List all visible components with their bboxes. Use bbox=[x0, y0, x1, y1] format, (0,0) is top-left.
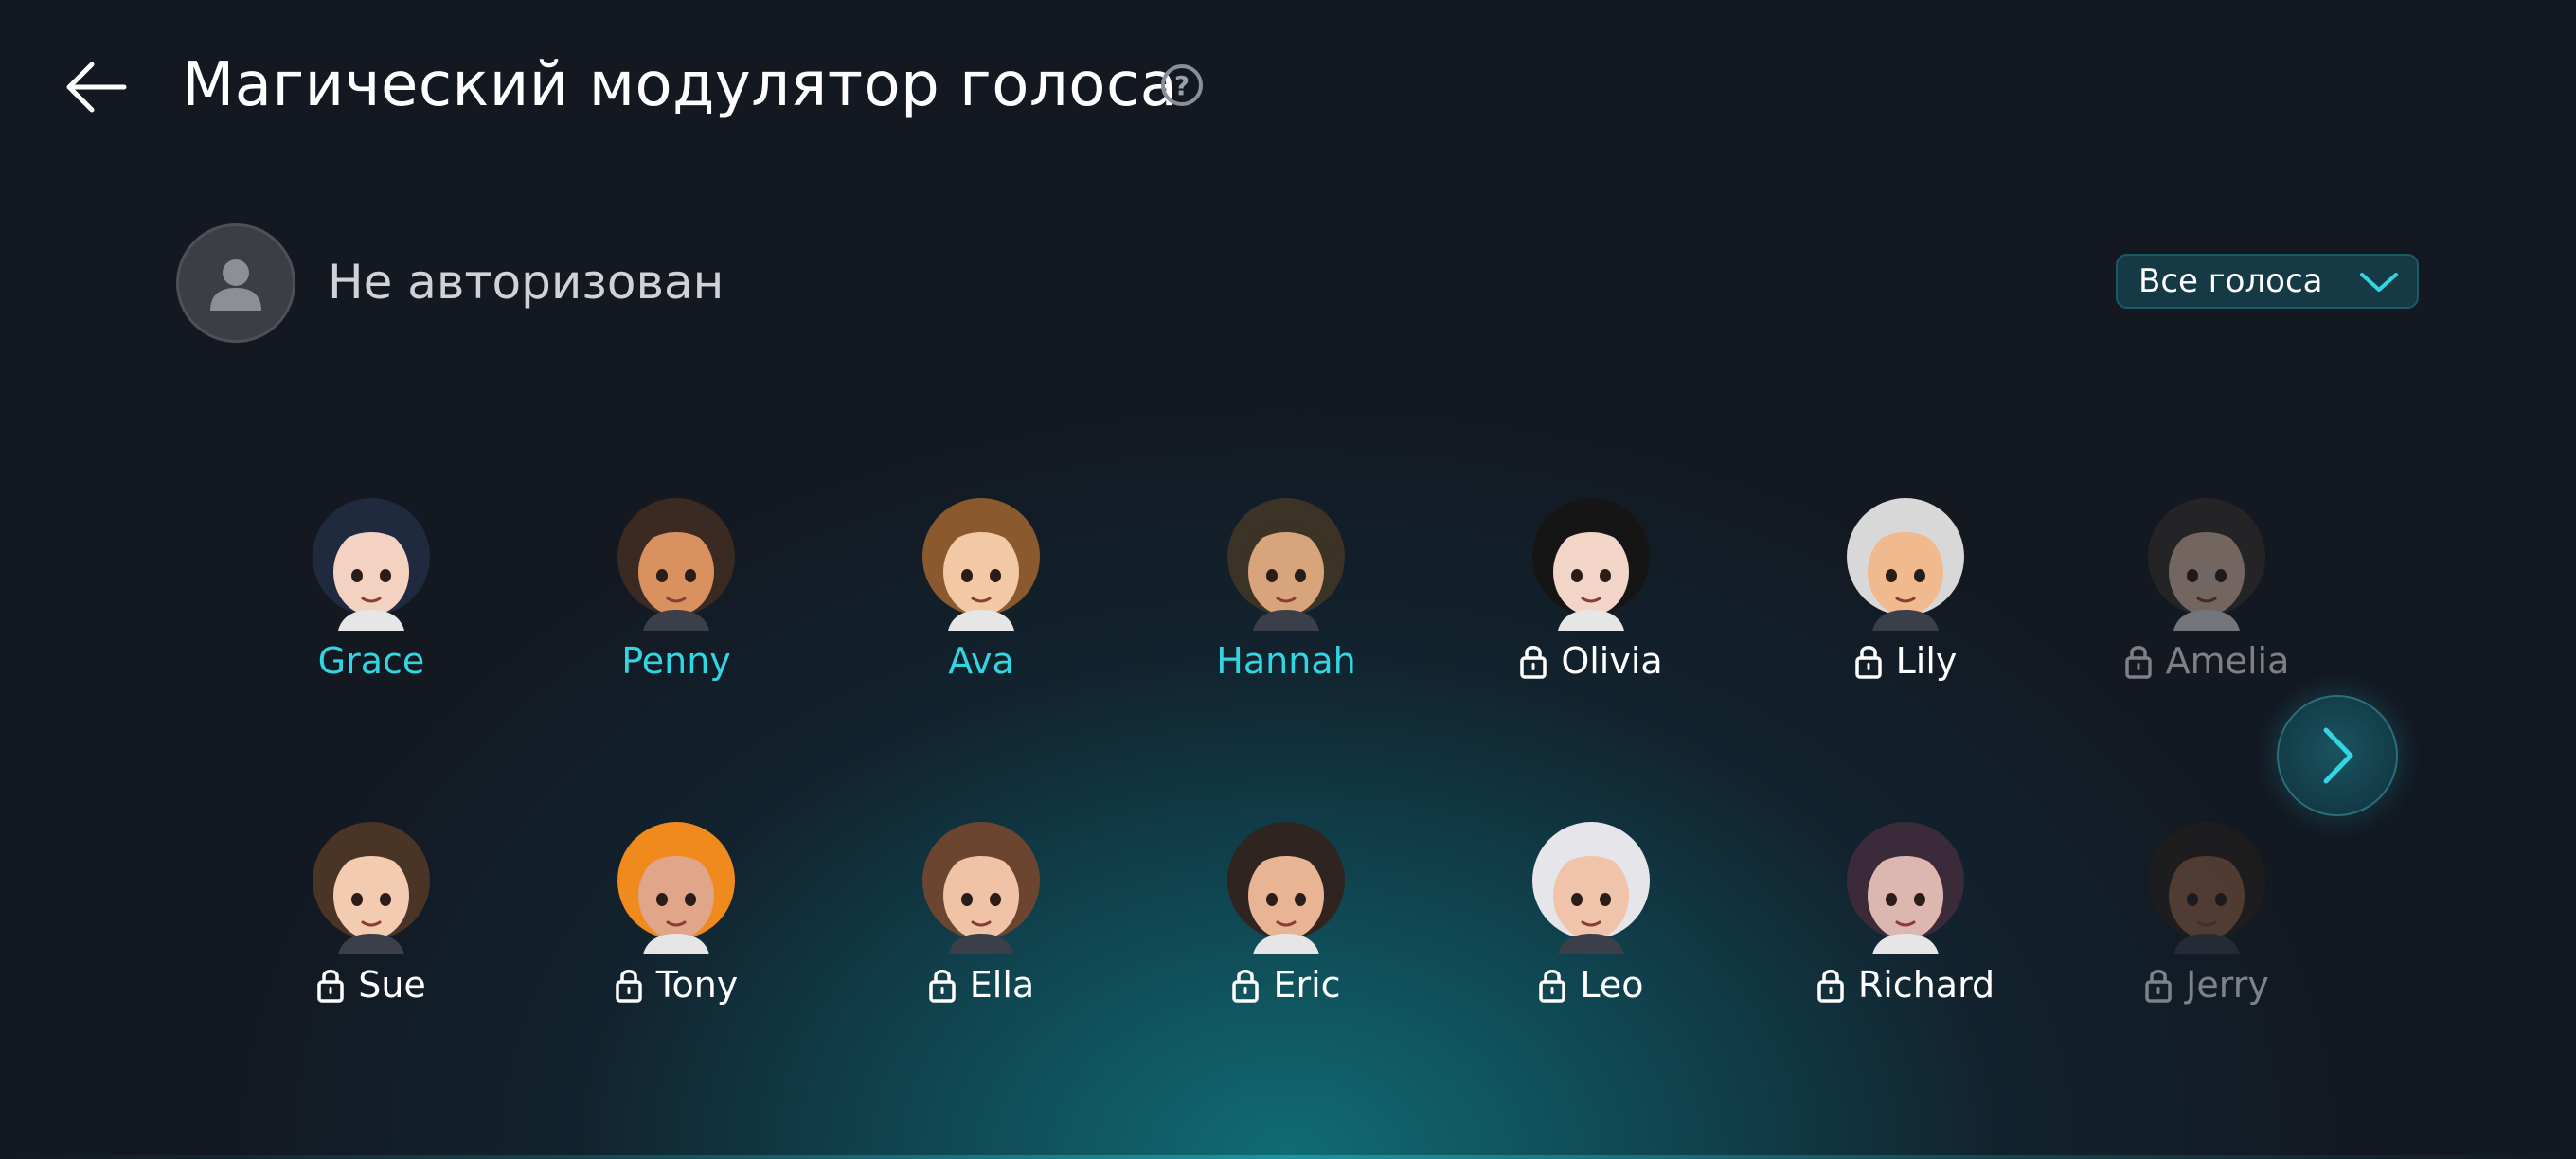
voice-avatar-icon bbox=[313, 498, 430, 631]
voice-item-penny[interactable]: Penny bbox=[553, 489, 799, 716]
voice-avatar-icon bbox=[1227, 822, 1345, 954]
voice-label-row: Tony bbox=[553, 962, 799, 1007]
voice-item-amelia[interactable]: Amelia bbox=[2084, 489, 2330, 716]
next-page-button[interactable] bbox=[2277, 695, 2398, 816]
lock-icon bbox=[615, 970, 642, 1003]
lock-icon bbox=[2124, 646, 2152, 679]
voice-item-olivia[interactable]: Olivia bbox=[1468, 489, 1714, 716]
voice-item-hannah[interactable]: Hannah bbox=[1163, 489, 1409, 716]
lock-icon bbox=[1539, 970, 1566, 1003]
lock-icon bbox=[317, 970, 344, 1003]
voice-avatar-icon bbox=[617, 498, 735, 631]
voice-avatar-icon bbox=[1532, 498, 1650, 631]
back-button[interactable] bbox=[59, 49, 134, 125]
voice-avatar-icon bbox=[1847, 498, 1964, 631]
lock-icon bbox=[929, 970, 956, 1003]
voice-label-row: Lily bbox=[1782, 638, 2029, 684]
voice-name: Amelia bbox=[2165, 640, 2290, 682]
voice-label-row: Penny bbox=[553, 638, 799, 684]
lock-icon bbox=[1232, 970, 1260, 1003]
voice-avatar-icon bbox=[2148, 822, 2265, 954]
voice-name: Lily bbox=[1895, 640, 1958, 682]
voice-name: Olivia bbox=[1561, 640, 1663, 682]
voice-name: Ava bbox=[948, 640, 1014, 682]
voice-name: Tony bbox=[655, 964, 739, 1006]
chevron-down-icon bbox=[2360, 273, 2398, 292]
voice-name: Eric bbox=[1273, 964, 1341, 1006]
voice-item-grace[interactable]: Grace bbox=[248, 489, 494, 716]
voice-item-ella[interactable]: Ella bbox=[858, 812, 1104, 1040]
voice-label-row: Amelia bbox=[2084, 638, 2330, 684]
page-title: Магический модулятор голоса bbox=[182, 50, 1178, 120]
voice-name: Ella bbox=[969, 964, 1035, 1006]
lock-icon bbox=[2145, 970, 2172, 1003]
avatar[interactable] bbox=[176, 223, 295, 343]
voice-name: Richard bbox=[1857, 964, 1995, 1006]
lock-icon bbox=[1520, 646, 1547, 679]
bottom-accent-line bbox=[0, 1155, 2576, 1159]
voice-filter-label: Все голоса bbox=[2138, 262, 2323, 300]
voice-avatar-icon bbox=[617, 822, 735, 954]
voice-avatar-icon bbox=[922, 498, 1040, 631]
lock-icon bbox=[1817, 970, 1844, 1003]
voice-name: Jerry bbox=[2186, 964, 2269, 1006]
voice-avatar-icon bbox=[2148, 498, 2265, 631]
voice-name: Hannah bbox=[1216, 640, 1356, 682]
voice-label-row: Ella bbox=[858, 962, 1104, 1007]
voice-avatar-icon bbox=[1227, 498, 1345, 631]
voice-name: Penny bbox=[621, 640, 731, 682]
lock-icon bbox=[1854, 646, 1882, 679]
voice-avatar-icon bbox=[313, 822, 430, 954]
voice-avatar-icon bbox=[922, 822, 1040, 954]
voice-avatar-icon bbox=[1532, 822, 1650, 954]
voice-filter-dropdown[interactable]: Все голоса bbox=[2116, 254, 2419, 309]
voice-item-tony[interactable]: Tony bbox=[553, 812, 799, 1040]
voice-label-row: Ava bbox=[858, 638, 1104, 684]
voice-label-row: Eric bbox=[1163, 962, 1409, 1007]
voice-label-row: Olivia bbox=[1468, 638, 1714, 684]
voice-label-row: Jerry bbox=[2084, 962, 2330, 1007]
person-icon bbox=[210, 259, 261, 311]
voice-label-row: Grace bbox=[248, 638, 494, 684]
voice-label-row: Hannah bbox=[1163, 638, 1409, 684]
voice-label-row: Richard bbox=[1782, 962, 2029, 1007]
voice-item-eric[interactable]: Eric bbox=[1163, 812, 1409, 1040]
voice-item-lily[interactable]: Lily bbox=[1782, 489, 2029, 716]
voice-item-jerry[interactable]: Jerry bbox=[2084, 812, 2330, 1040]
arrow-left-icon bbox=[66, 62, 127, 113]
voice-name: Grace bbox=[317, 640, 425, 682]
voice-name: Leo bbox=[1580, 964, 1644, 1006]
voice-item-ava[interactable]: Ava bbox=[858, 489, 1104, 716]
login-status[interactable]: Не авторизован bbox=[328, 252, 724, 312]
voice-name: Sue bbox=[358, 964, 426, 1006]
voice-label-row: Sue bbox=[248, 962, 494, 1007]
voice-label-row: Leo bbox=[1468, 962, 1714, 1007]
chevron-right-icon bbox=[2323, 727, 2353, 784]
voice-item-richard[interactable]: Richard bbox=[1782, 812, 2029, 1040]
voice-item-leo[interactable]: Leo bbox=[1468, 812, 1714, 1040]
voice-item-sue[interactable]: Sue bbox=[248, 812, 494, 1040]
question-circle-icon[interactable]: ? bbox=[1161, 64, 1203, 106]
voice-avatar-icon bbox=[1847, 822, 1964, 954]
